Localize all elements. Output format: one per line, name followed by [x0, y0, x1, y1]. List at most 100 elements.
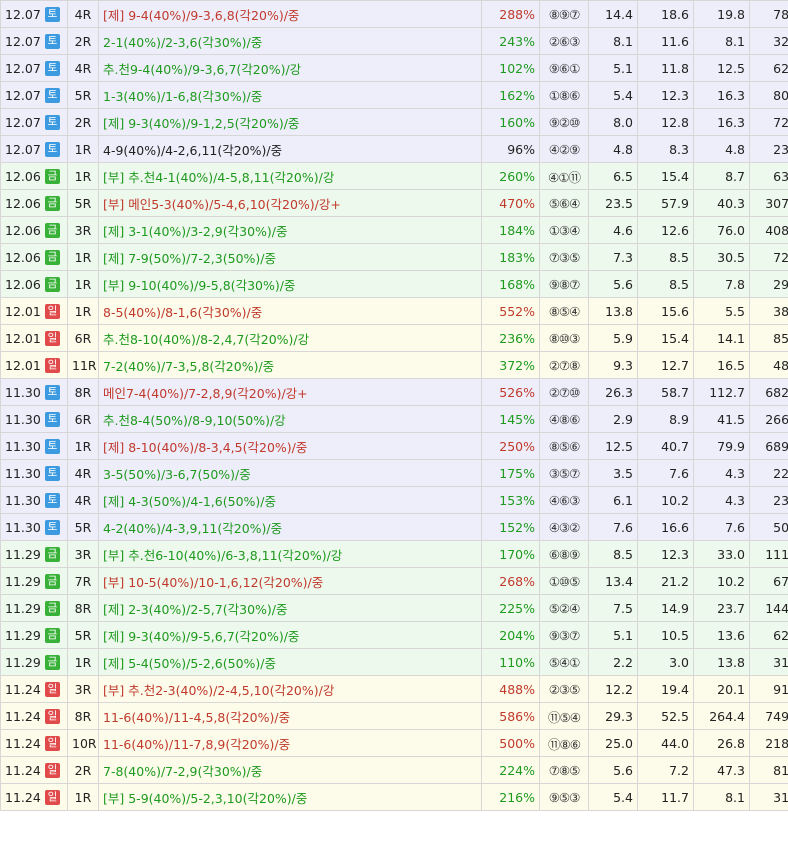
- bet-combination-link[interactable]: 11-6(40%)/11-7,8,9(각20%)/중: [98, 729, 482, 757]
- table-row[interactable]: 12.06 금 3R [제] 3-1(40%)/3-2,9(각30%)/중 184% ①③…: [0, 216, 788, 244]
- table-row[interactable]: 11.24 일 2R 7-8(40%)/7-2,9(각30%)/중 224% ⑦⑧⑤ 5.6…: [0, 756, 788, 784]
- bet-combination-link[interactable]: 2-1(40%)/2-3,6(각30%)/중: [98, 27, 482, 55]
- table-row[interactable]: 12.07 토 1R 4-9(40%)/4-2,6,11(각20%)/중 96% ④②⑨ 4…: [0, 135, 788, 163]
- table-row[interactable]: 11.30 토 4R [제] 4-3(50%)/4-1,6(50%)/중 153% ④⑥③…: [0, 486, 788, 514]
- odds-value-3: 20.1: [693, 675, 750, 703]
- odds-value-1: 6.5: [588, 162, 638, 190]
- odds-value-3: 7.8: [693, 270, 750, 298]
- odds-value-4: 23.6: [749, 135, 788, 163]
- race-number: 4R: [67, 54, 99, 82]
- odds-value-3: 79.9: [693, 432, 750, 460]
- table-row[interactable]: 11.30 토 5R 4-2(40%)/4-3,9,11(각20%)/중 152% ④③②…: [0, 513, 788, 541]
- results-table: 12.07 토 4R [제] 9-4(40%)/9-3,6,8(각20%)/중 288%…: [0, 0, 788, 811]
- table-row[interactable]: 12.06 금 1R [부] 추.천4-1(40%)/4-5,8,11(각20%)/강…: [0, 162, 788, 190]
- return-percentage: 488%: [481, 675, 540, 703]
- finish-order: ⑧⑩③: [539, 324, 589, 352]
- return-percentage: 162%: [481, 81, 540, 109]
- bet-combination-link[interactable]: 3-5(50%)/3-6,7(50%)/중: [98, 459, 482, 487]
- odds-value-1: 5.4: [588, 81, 638, 109]
- bet-combination-link[interactable]: [제] 7-9(50%)/7-2,3(50%)/중: [98, 243, 482, 271]
- table-row[interactable]: 11.30 토 8R 메인7-4(40%)/7-2,8,9(각20%)/강+ 526% ②…: [0, 378, 788, 406]
- table-row[interactable]: 11.30 토 1R [제] 8-10(40%)/8-3,4,5(각20%)/중 250…: [0, 432, 788, 460]
- return-percentage: 586%: [481, 702, 540, 730]
- date-cell: 11.24 일: [0, 756, 68, 784]
- weekday-badge: 금: [45, 276, 60, 292]
- finish-order: ②⑦⑩: [539, 378, 589, 406]
- table-row[interactable]: 12.06 금 1R [부] 9-10(40%)/9-5,8(각30%)/중 168% ⑨…: [0, 270, 788, 298]
- bet-combination-link[interactable]: 4-9(40%)/4-2,6,11(각20%)/중: [98, 135, 482, 163]
- date-cell: 12.06 금: [0, 216, 68, 244]
- bet-combination-link[interactable]: [부] 추.천4-1(40%)/4-5,8,11(각20%)/강: [98, 162, 482, 190]
- bet-combination-link[interactable]: [제] 4-3(50%)/4-1,6(50%)/중: [98, 486, 482, 514]
- date-cell: 11.29 금: [0, 567, 68, 595]
- table-row[interactable]: 12.07 토 4R [제] 9-4(40%)/9-3,6,8(각20%)/중 288%…: [0, 0, 788, 28]
- odds-value-4: 689.8: [749, 432, 788, 460]
- finish-order: ⑤②④: [539, 594, 589, 622]
- weekday-badge: 토: [45, 411, 60, 427]
- bet-combination-link[interactable]: 메인7-4(40%)/7-2,8,9(각20%)/강+: [98, 378, 482, 406]
- bet-combination-link[interactable]: 7-2(40%)/7-3,5,8(각20%)/중: [98, 351, 482, 379]
- table-row[interactable]: 11.24 일 8R 11-6(40%)/11-4,5,8(각20%)/중 586% ⑪⑤…: [0, 702, 788, 730]
- bet-combination-link[interactable]: [부] 5-9(40%)/5-2,3,10(각20%)/중: [98, 783, 482, 811]
- odds-value-1: 7.6: [588, 513, 638, 541]
- finish-order: ⑨②⑩: [539, 108, 589, 136]
- table-row[interactable]: 11.29 금 7R [부] 10-5(40%)/10-1,6,12(각20%)/중 2…: [0, 567, 788, 595]
- date-text: 11.30: [5, 519, 41, 535]
- weekday-badge: 일: [45, 762, 60, 778]
- odds-value-4: 31.7: [749, 648, 788, 676]
- bet-combination-link[interactable]: [제] 5-4(50%)/5-2,6(50%)/중: [98, 648, 482, 676]
- bet-combination-link[interactable]: [제] 2-3(40%)/2-5,7(각30%)/중: [98, 594, 482, 622]
- bet-combination-link[interactable]: 11-6(40%)/11-4,5,8(각20%)/중: [98, 702, 482, 730]
- table-row[interactable]: 12.06 금 5R [부] 메인5-3(40%)/5-4,6,10(각20%)/강+…: [0, 189, 788, 217]
- bet-combination-link[interactable]: [부] 10-5(40%)/10-1,6,12(각20%)/중: [98, 567, 482, 595]
- bet-combination-link[interactable]: 추.천9-4(40%)/9-3,6,7(각20%)/강: [98, 54, 482, 82]
- table-row[interactable]: 12.06 금 1R [제] 7-9(50%)/7-2,3(50%)/중 183% ⑦③⑤…: [0, 243, 788, 271]
- bet-combination-link[interactable]: [제] 3-1(40%)/3-2,9(각30%)/중: [98, 216, 482, 244]
- date-text: 12.07: [5, 114, 41, 130]
- bet-combination-link[interactable]: [부] 추.천2-3(40%)/2-4,5,10(각20%)/강: [98, 675, 482, 703]
- bet-combination-link[interactable]: [제] 9-3(40%)/9-5,6,7(각20%)/중: [98, 621, 482, 649]
- bet-combination-link[interactable]: 1-3(40%)/1-6,8(각30%)/중: [98, 81, 482, 109]
- table-row[interactable]: 11.29 금 5R [제] 9-3(40%)/9-5,6,7(각20%)/중 204%…: [0, 621, 788, 649]
- bet-combination-link[interactable]: [부] 9-10(40%)/9-5,8(각30%)/중: [98, 270, 482, 298]
- bet-combination-link[interactable]: [부] 메인5-3(40%)/5-4,6,10(각20%)/강+: [98, 189, 482, 217]
- return-percentage: 526%: [481, 378, 540, 406]
- bet-combination-link[interactable]: 8-5(40%)/8-1,6(각30%)/중: [98, 297, 482, 325]
- odds-value-3: 8.1: [693, 783, 750, 811]
- bet-combination-link[interactable]: 추.천8-10(40%)/8-2,4,7(각20%)/강: [98, 324, 482, 352]
- table-row[interactable]: 11.29 금 1R [제] 5-4(50%)/5-2,6(50%)/중 110% ⑤④①…: [0, 648, 788, 676]
- race-number: 11R: [67, 351, 99, 379]
- date-cell: 12.07 토: [0, 108, 68, 136]
- bet-combination-link[interactable]: 4-2(40%)/4-3,9,11(각20%)/중: [98, 513, 482, 541]
- finish-order: ⑤⑥④: [539, 189, 589, 217]
- return-percentage: 243%: [481, 27, 540, 55]
- table-row[interactable]: 12.07 토 4R 추.천9-4(40%)/9-3,6,7(각20%)/강 102% ⑨…: [0, 54, 788, 82]
- table-row[interactable]: 12.07 토 2R 2-1(40%)/2-3,6(각30%)/중 243% ②⑥③ 8.1…: [0, 27, 788, 55]
- table-row[interactable]: 11.30 토 4R 3-5(50%)/3-6,7(50%)/중 175% ③⑤⑦ 3.5 7…: [0, 459, 788, 487]
- table-row[interactable]: 11.29 금 8R [제] 2-3(40%)/2-5,7(각30%)/중 225% ⑤②…: [0, 594, 788, 622]
- odds-value-2: 15.6: [637, 297, 694, 325]
- table-row[interactable]: 12.01 일 6R 추.천8-10(40%)/8-2,4,7(각20%)/강 236%…: [0, 324, 788, 352]
- return-percentage: 96%: [481, 135, 540, 163]
- bet-combination-link[interactable]: [제] 9-3(40%)/9-1,2,5(각20%)/중: [98, 108, 482, 136]
- table-row[interactable]: 11.30 토 6R 추.천8-4(50%)/8-9,10(50%)/강 145% ④⑧⑥…: [0, 405, 788, 433]
- table-row[interactable]: 12.01 일 1R 8-5(40%)/8-1,6(각30%)/중 552% ⑧⑤④ 13.…: [0, 297, 788, 325]
- table-row[interactable]: 12.07 토 2R [제] 9-3(40%)/9-1,2,5(각20%)/중 160%…: [0, 108, 788, 136]
- table-row[interactable]: 11.24 일 3R [부] 추.천2-3(40%)/2-4,5,10(각20%)/강…: [0, 675, 788, 703]
- bet-combination-link[interactable]: [부] 추.천6-10(40%)/6-3,8,11(각20%)/강: [98, 540, 482, 568]
- bet-combination-link[interactable]: [제] 9-4(40%)/9-3,6,8(각20%)/중: [98, 0, 482, 28]
- finish-order: ⑨⑤③: [539, 783, 589, 811]
- bet-combination-link[interactable]: 7-8(40%)/7-2,9(각30%)/중: [98, 756, 482, 784]
- odds-value-1: 7.3: [588, 243, 638, 271]
- return-percentage: 102%: [481, 54, 540, 82]
- table-row[interactable]: 11.29 금 3R [부] 추.천6-10(40%)/6-3,8,11(각20%)/…: [0, 540, 788, 568]
- table-row[interactable]: 12.01 일 11R 7-2(40%)/7-3,5,8(각20%)/중 372% ②⑦⑧…: [0, 351, 788, 379]
- bet-combination-link[interactable]: 추.천8-4(50%)/8-9,10(50%)/강: [98, 405, 482, 433]
- bet-combination-link[interactable]: [제] 8-10(40%)/8-3,4,5(각20%)/중: [98, 432, 482, 460]
- table-row[interactable]: 11.24 일 10R 11-6(40%)/11-7,8,9(각20%)/중 500% ⑪…: [0, 729, 788, 757]
- odds-value-2: 8.9: [637, 405, 694, 433]
- odds-value-2: 19.4: [637, 675, 694, 703]
- date-cell: 11.29 금: [0, 594, 68, 622]
- table-row[interactable]: 12.07 토 5R 1-3(40%)/1-6,8(각30%)/중 162% ①⑧⑥ 5.4…: [0, 81, 788, 109]
- table-row[interactable]: 11.24 일 1R [부] 5-9(40%)/5-2,3,10(각20%)/중 216…: [0, 783, 788, 811]
